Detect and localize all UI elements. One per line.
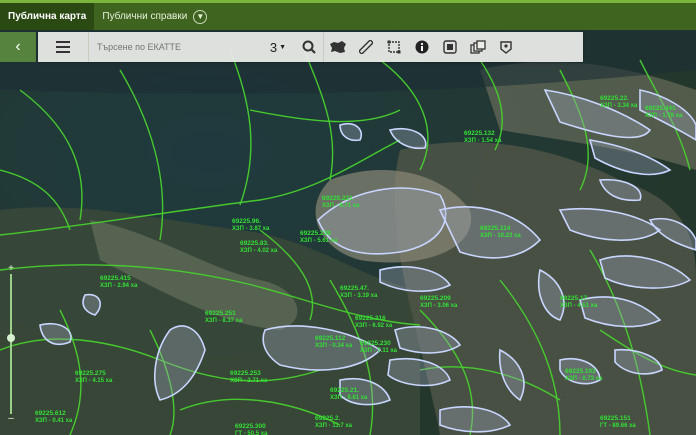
parcel-id-label: 69225.151 [600,415,631,422]
satellite-map[interactable]: 69225.96.ХЗП - 3.87 ха69225.221ХЗП - 6.7… [0,30,696,435]
parcel-area-label: ХЗП - 6.71 ха [322,203,360,209]
layers-button[interactable] [464,32,492,62]
zoom-level-value: 3 [269,39,278,55]
parcel-id-label: 69225.221 [322,195,353,202]
zoom-slider[interactable]: + – [6,264,16,424]
parcel-id-label: 69225.21. [330,387,359,394]
parcel-id-label: 69225.96. [232,218,261,225]
parcel-area-label: ХЗП - 6.73 ха [565,376,603,382]
menu-button[interactable] [38,32,89,62]
parcel-area-label: ХЗП - 4.15 ха [75,378,113,384]
parcel-id-label: 69225.316 [355,315,386,322]
marker-button[interactable] [492,32,520,62]
parcel-id-label: 69225.17. [560,295,589,302]
parcel-area-label: ХЗП - 3.19 ха [340,293,378,299]
tab-public-map-label: Публична карта [8,11,87,22]
parcel-id-label: 69225.612 [35,410,66,417]
collapse-panel-button[interactable]: ‹ [0,32,36,62]
info-icon [415,40,429,54]
parcel-id-label: 69225.2. [315,415,340,422]
parcel-area-label: ХЗП - 8.37 ха [205,318,243,324]
parcel-id-label: 69225.415 [100,275,131,282]
hamburger-icon [56,41,70,53]
tab-public-reports-label: Публични справки [102,11,188,22]
chevron-down-icon[interactable]: ▼ [193,9,208,24]
parcel-id-label: 69225.230 [360,340,391,347]
parcel-id-label: 69225.47. [340,285,369,292]
chevron-down-icon: ▼ [279,43,287,51]
tab-public-reports[interactable]: Публични справки ▼ [94,3,215,30]
zoom-slider-track [10,274,12,414]
parcel-id-label: 69225.275 [75,370,106,377]
parcel-area-label: ГТ - 89.66 ха [600,423,636,429]
zoom-level-select[interactable]: 3 ▼ [261,32,295,62]
parcel-area-label: ХЗП - 7.11 ха [360,348,398,354]
parcel-area-label: ХЗП - 4.51 ха [560,303,598,309]
print-button[interactable] [436,32,464,62]
parcel-id-label: 69225.441 [645,105,676,112]
map-toolbar: 3▼ [38,32,583,62]
parcel-area-label: ХЗП - 9.81 ха [330,395,368,401]
parcel-id-label: 69225.22. [600,95,629,102]
ruler-icon [359,40,373,54]
parcel-id-label: 69225.251 [205,310,236,317]
parcel-area-label: ХЗП - 5.61 ха [300,238,338,244]
parcel-area-label: ХЗП - 3.87 ха [232,226,270,232]
chevron-left-icon: ‹ [15,38,21,55]
ekatte-search-input[interactable] [89,32,261,62]
parcel-id-label: 69225.253 [230,370,261,377]
parcel-id-label: 69225.83. [240,240,269,247]
parcel-area-label: ХЗП - 0.34 ха [315,343,353,349]
bulgaria-map-icon [330,41,346,53]
search-button[interactable] [295,32,323,62]
zoom-slider-handle[interactable] [7,334,15,342]
parcel-area-label: ХЗП - 2.71 ха [230,378,268,384]
parcel-area-label: ХЗП - 0.41 ха [35,418,73,424]
parcel-area-label: ХЗП - 4.02 ха [240,248,278,254]
parcel-id-label: 69225.238 [300,230,331,237]
area-measure-icon [387,40,401,54]
layers-icon [470,40,486,54]
search-icon [302,40,316,54]
info-button[interactable] [408,32,436,62]
zoom-in-icon[interactable]: + [6,264,16,274]
parcel-id-label: 69225.209 [420,295,451,302]
parcel-id-label: 69225.132 [464,130,495,137]
map-canvas[interactable]: 69225.96. ХЗП - 3.87 ха 69225.221 ХЗП - 6.7… [0,30,696,435]
parcel-area-label: ХЗП - 1.54 ха [464,138,502,144]
print-icon [443,40,457,54]
top-tab-bar: Публична карта Публични справки ▼ [0,0,696,30]
parcel-area-label: ГТ - 50.5 ха [235,431,268,435]
parcel-area-label: ХЗП - 2.94 ха [100,283,138,289]
marker-icon [500,41,512,54]
parcel-area-label: ХЗП - 11.7 ха [315,423,353,429]
zoom-out-icon[interactable]: – [6,414,16,424]
bulgaria-extent-button[interactable] [324,32,352,62]
parcel-id-label: 69225.114 [480,225,511,232]
parcel-area-label: ХЗП - 3.06 ха [420,303,458,309]
parcel-area-label: ХЗП - 10.23 ха [480,233,521,239]
parcel-id-label: 69225.300 [235,423,266,430]
parcel-area-label: ХЗП - 6.92 ха [355,323,393,329]
measure-distance-button[interactable] [352,32,380,62]
parcel-area-label: ХЗП - 1.76 ха [645,113,683,119]
parcel-id-label: 69225.103 [565,368,596,375]
parcel-id-label: 69225.112 [315,335,346,342]
tab-public-map[interactable]: Публична карта [0,3,95,30]
parcel-area-label: ХЗП - 3.34 ха [600,103,638,109]
measure-area-button[interactable] [380,32,408,62]
